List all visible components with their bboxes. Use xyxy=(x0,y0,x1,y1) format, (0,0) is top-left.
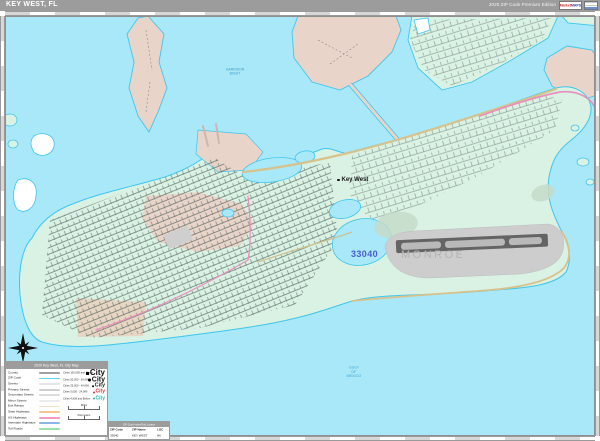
compass-rose-icon xyxy=(8,333,38,363)
city-marker-small-icon xyxy=(91,384,94,387)
edition-label: 2020 ZIP Code Premium Edition xyxy=(488,2,556,8)
city-class-row: Cities 4,999 and Below City xyxy=(63,395,105,402)
header-bar: KEY WEST, FL 2020 ZIP Code Premium Editi… xyxy=(0,0,600,11)
sunset-key xyxy=(13,178,37,212)
wisteria-island xyxy=(30,133,55,156)
grid-ruler-bottom xyxy=(5,436,595,441)
scale-bar-kilometers: Kilometers xyxy=(63,413,105,422)
airport xyxy=(384,223,564,279)
city-marker-red-icon xyxy=(92,391,95,394)
grid-ruler-top xyxy=(5,11,595,16)
legend-city-classes: Cities 100,000 and Above City Cities 50,0… xyxy=(63,369,105,432)
legend: 2020 Key West, FL City Map County ZIP Co… xyxy=(5,361,108,436)
zip-index-table: ZIP Code Index/Grid Locator ZIP Code ZIP… xyxy=(108,421,170,440)
city-marker-teal-icon xyxy=(92,397,95,400)
publisher-logo: Market MAPS xyxy=(559,1,582,10)
zip-table-cell-loc: H6 xyxy=(157,434,161,438)
edition-badge xyxy=(584,1,598,10)
city-marker-medium-icon xyxy=(87,378,91,382)
scale-bar-miles: Miles xyxy=(63,403,105,412)
legend-title-text: 2020 Key West, FL City Map xyxy=(34,363,79,368)
city-marker-large-icon xyxy=(85,371,89,375)
legend-row-toll-roads: Toll Roads xyxy=(8,426,63,432)
zip-table-cell-zip: 33040 xyxy=(110,434,119,438)
grid-ruler-right xyxy=(595,16,600,436)
legend-line-symbols: County ZIP Code Streets Primary Streets … xyxy=(8,370,63,432)
map-title: KEY WEST, FL xyxy=(6,1,58,8)
zip-table-cell-name: KEY WEST xyxy=(132,434,148,438)
